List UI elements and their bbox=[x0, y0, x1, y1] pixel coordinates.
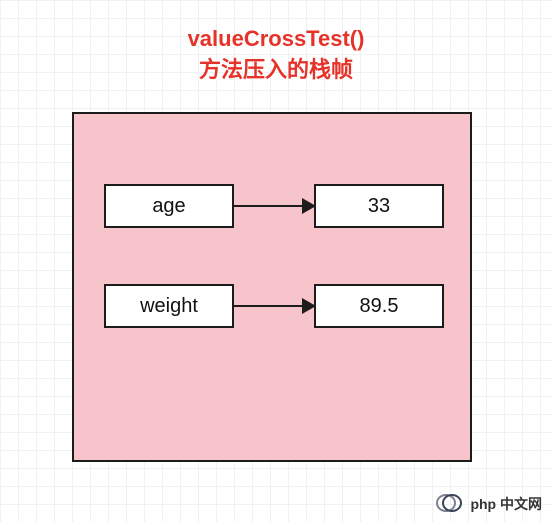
variable-row: weight 89.5 bbox=[104, 284, 444, 328]
variable-value: 33 bbox=[368, 195, 390, 218]
variable-value-box: 33 bbox=[314, 184, 444, 228]
variable-value: 89.5 bbox=[360, 295, 399, 318]
variable-name-box: weight bbox=[104, 284, 234, 328]
title-line-1: valueCrossTest() bbox=[0, 24, 552, 55]
variable-name-box: age bbox=[104, 184, 234, 228]
arrow-icon bbox=[234, 305, 314, 307]
variable-value-box: 89.5 bbox=[314, 284, 444, 328]
stack-frame-box: age 33 weight 89.5 bbox=[72, 112, 472, 462]
variable-name: age bbox=[152, 195, 185, 218]
arrow-icon bbox=[234, 205, 314, 207]
title-line-2: 方法压入的栈帧 bbox=[0, 55, 552, 86]
variable-name: weight bbox=[140, 295, 198, 318]
watermark-text: php 中文网 bbox=[470, 494, 542, 514]
watermark: php 中文网 bbox=[436, 494, 542, 514]
php-logo-icon bbox=[436, 494, 464, 514]
variable-row: age 33 bbox=[104, 184, 444, 228]
diagram-title: valueCrossTest() 方法压入的栈帧 bbox=[0, 24, 552, 86]
